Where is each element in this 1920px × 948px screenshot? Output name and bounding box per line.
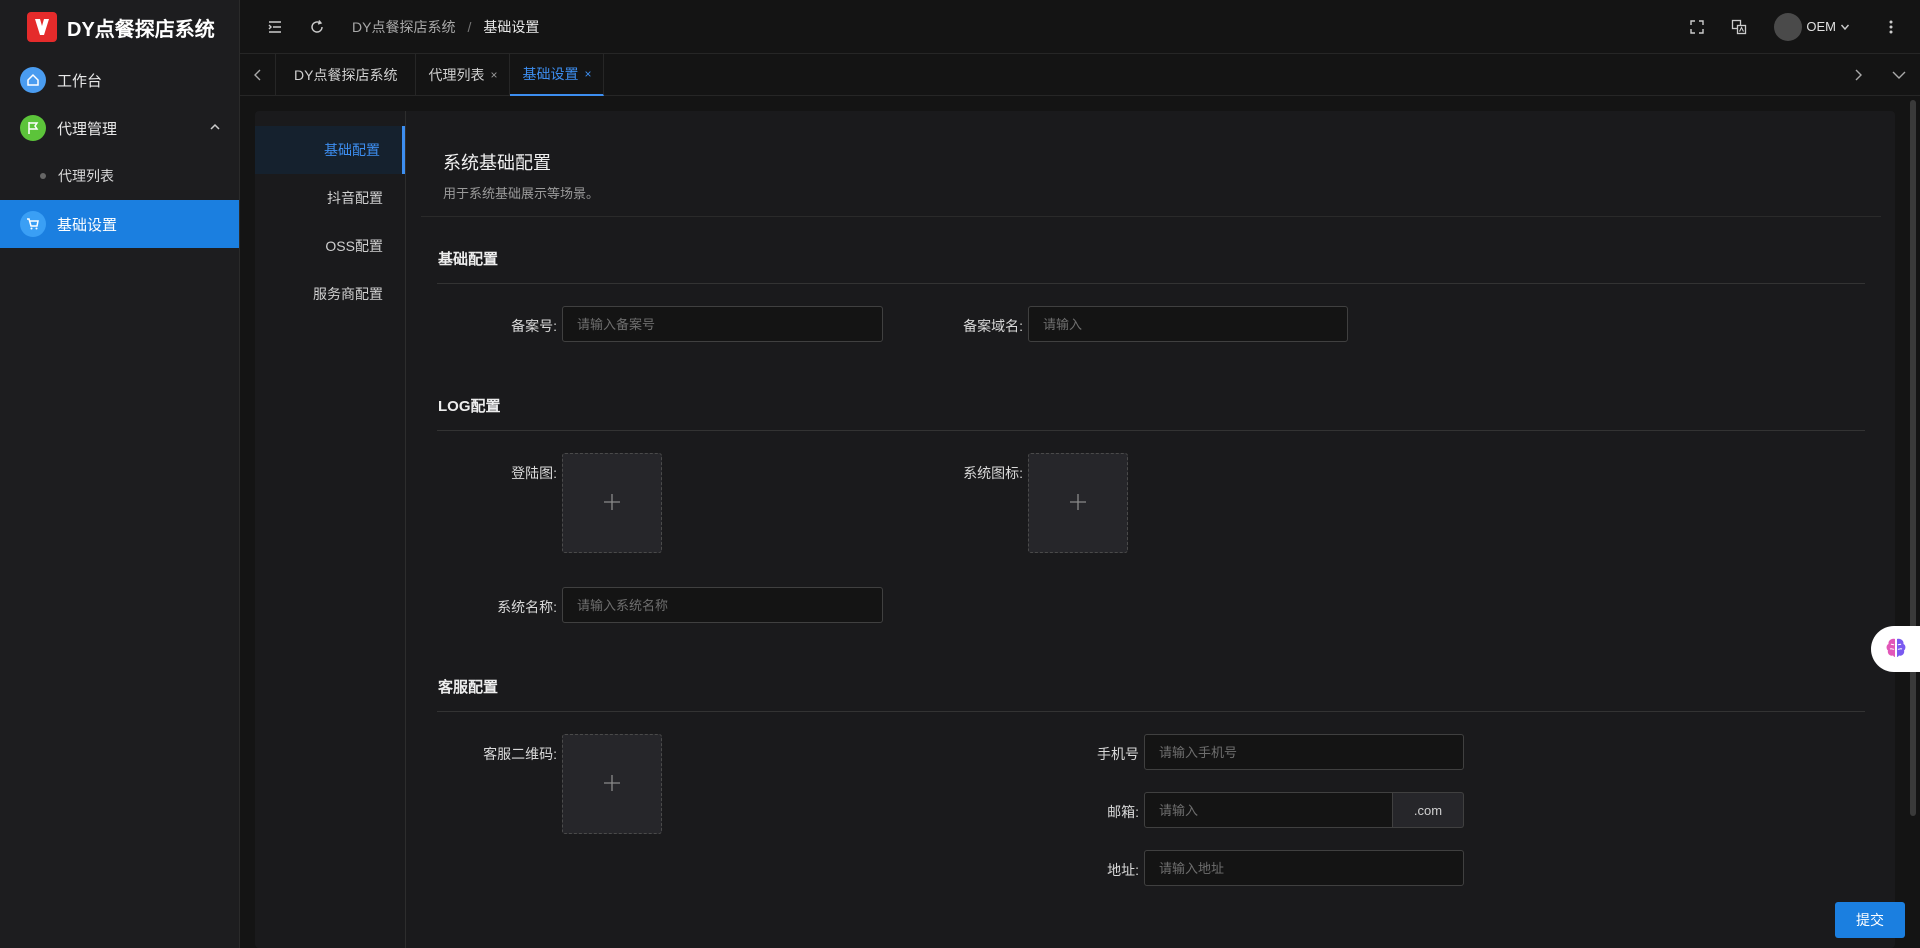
chevron-down-icon[interactable] bbox=[1878, 54, 1920, 96]
sidebar: DY点餐探店系统 工作台 代理管理 代理列表 基础设置 bbox=[0, 0, 240, 948]
tab-agent-list[interactable]: 代理列表 × bbox=[416, 53, 511, 96]
settings-panel: 系统基础配置 用于系统基础展示等场景。 基础配置 备案号: 备案域名: LOG配… bbox=[407, 111, 1895, 948]
sidebar-item-label: 工作台 bbox=[57, 72, 103, 90]
app-title: DY点餐探店系统 bbox=[67, 18, 215, 41]
user-menu[interactable]: OEM bbox=[1774, 12, 1850, 41]
cart-icon bbox=[20, 211, 46, 237]
fullscreen-icon[interactable] bbox=[1686, 16, 1708, 38]
nav-provider-config[interactable]: 服务商配置 bbox=[255, 270, 405, 318]
more-vertical-icon[interactable] bbox=[1880, 16, 1902, 38]
tab-bar: DY点餐探店系统 代理列表 × 基础设置 × bbox=[240, 53, 1920, 96]
beian-label: 备案号: bbox=[511, 318, 557, 334]
phone-input[interactable] bbox=[1144, 734, 1464, 770]
sidebar-item-label: 代理列表 bbox=[58, 168, 114, 184]
qrcode-label: 客服二维码: bbox=[483, 746, 557, 762]
chevron-down-icon bbox=[1840, 22, 1850, 32]
section-title-service: 客服配置 bbox=[438, 679, 499, 696]
settings-card: 基础配置 抖音配置 OSS配置 服务商配置 系统基础配置 用于系统基础展示等场景… bbox=[255, 111, 1895, 948]
address-input[interactable] bbox=[1144, 850, 1464, 886]
sidebar-item-label: 基础设置 bbox=[57, 216, 118, 234]
plus-icon bbox=[602, 773, 622, 796]
top-header: DY点餐探店系统 / 基础设置 OEM bbox=[240, 0, 1920, 54]
tab-home[interactable]: DY点餐探店系统 bbox=[276, 53, 417, 96]
qrcode-upload[interactable] bbox=[562, 734, 662, 834]
section-title-log: LOG配置 bbox=[438, 398, 501, 415]
address-label: 地址: bbox=[1107, 862, 1139, 878]
refresh-icon[interactable] bbox=[306, 16, 328, 38]
divider bbox=[437, 711, 1865, 712]
breadcrumb-item-current: 基础设置 bbox=[483, 18, 540, 35]
logo-row: DY点餐探店系统 bbox=[0, 0, 239, 54]
tab-label: 代理列表 bbox=[428, 66, 485, 83]
divider bbox=[437, 283, 1865, 284]
email-input[interactable] bbox=[1144, 792, 1393, 828]
home-icon bbox=[20, 67, 46, 93]
close-icon[interactable]: × bbox=[490, 68, 497, 82]
system-name-input[interactable] bbox=[562, 587, 883, 623]
system-name-label: 系统名称: bbox=[497, 599, 557, 615]
breadcrumb-separator: / bbox=[467, 18, 472, 35]
scrollbar[interactable] bbox=[1910, 100, 1916, 816]
flag-icon bbox=[20, 115, 46, 141]
system-icon-upload[interactable] bbox=[1028, 453, 1128, 553]
submit-button[interactable]: 提交 bbox=[1835, 902, 1905, 938]
divider bbox=[437, 430, 1865, 431]
nav-basic-config[interactable]: 基础配置 bbox=[255, 126, 405, 174]
logo-icon bbox=[27, 12, 57, 42]
tab-label: 基础设置 bbox=[522, 65, 579, 82]
login-image-upload[interactable] bbox=[562, 453, 662, 553]
chevron-up-icon bbox=[209, 120, 221, 137]
settings-nav: 基础配置 抖音配置 OSS配置 服务商配置 bbox=[255, 111, 406, 948]
plus-icon bbox=[1068, 492, 1088, 515]
chevron-left-icon[interactable] bbox=[240, 53, 276, 96]
bullet-icon bbox=[40, 173, 46, 179]
sidebar-item-agent-list[interactable]: 代理列表 bbox=[0, 152, 239, 200]
tab-basic-settings[interactable]: 基础设置 × bbox=[510, 53, 605, 96]
divider bbox=[421, 216, 1881, 217]
sidebar-item-label: 代理管理 bbox=[57, 120, 118, 138]
tab-label: DY点餐探店系统 bbox=[294, 66, 398, 83]
email-suffix: .com bbox=[1393, 792, 1464, 828]
plus-icon bbox=[602, 492, 622, 515]
breadcrumb-item-home[interactable]: DY点餐探店系统 bbox=[352, 17, 455, 37]
nav-oss-config[interactable]: OSS配置 bbox=[255, 222, 405, 270]
phone-label: 手机号 bbox=[1097, 746, 1139, 762]
system-icon-label: 系统图标: bbox=[963, 465, 1023, 481]
nav-douyin-config[interactable]: 抖音配置 bbox=[255, 174, 405, 222]
page-subtitle: 用于系统基础展示等场景。 bbox=[443, 186, 600, 201]
sidebar-item-basic-settings[interactable]: 基础设置 bbox=[0, 200, 239, 248]
chevron-right-icon[interactable] bbox=[1838, 54, 1878, 96]
translate-icon[interactable] bbox=[1728, 16, 1750, 38]
sidebar-item-agent-management[interactable]: 代理管理 bbox=[0, 104, 239, 152]
sidebar-item-workbench[interactable]: 工作台 bbox=[0, 56, 239, 104]
user-name: OEM bbox=[1806, 19, 1836, 34]
section-title-basic: 基础配置 bbox=[438, 251, 499, 268]
domain-input[interactable] bbox=[1028, 306, 1348, 342]
avatar bbox=[1774, 12, 1803, 41]
menu-fold-icon[interactable] bbox=[264, 16, 286, 38]
domain-label: 备案域名: bbox=[963, 318, 1023, 334]
close-icon[interactable]: × bbox=[584, 67, 591, 81]
breadcrumb: DY点餐探店系统 / 基础设置 bbox=[352, 17, 539, 37]
login-image-label: 登陆图: bbox=[511, 465, 557, 481]
assistant-float-button[interactable] bbox=[1871, 626, 1920, 672]
page-title: 系统基础配置 bbox=[443, 153, 551, 173]
brain-icon bbox=[1883, 635, 1909, 664]
email-label: 邮箱: bbox=[1107, 804, 1139, 820]
beian-input[interactable] bbox=[562, 306, 883, 342]
